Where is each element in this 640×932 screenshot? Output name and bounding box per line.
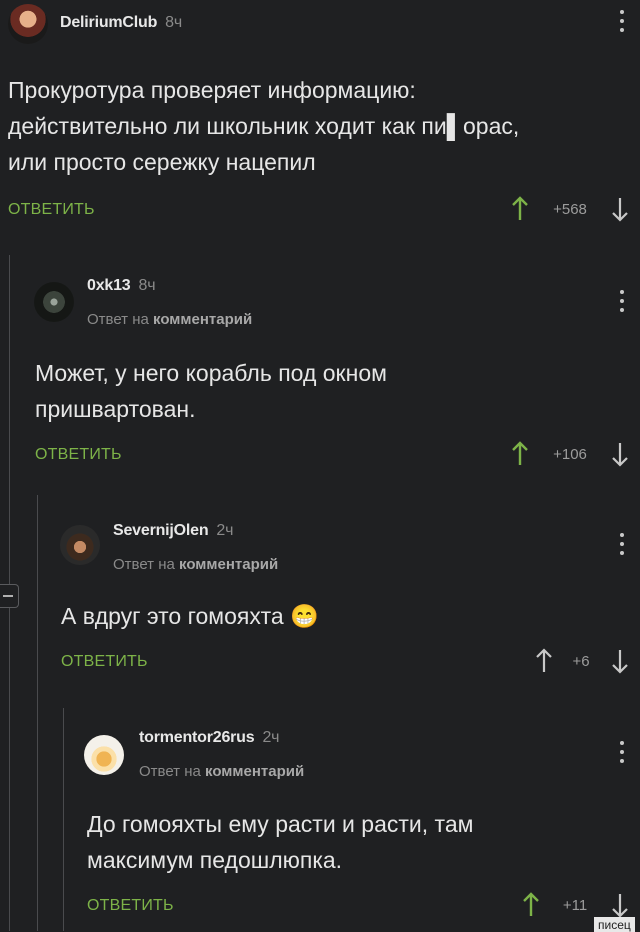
comment-text: До гомояхты ему расти и расти, там макси… xyxy=(87,811,474,873)
reply-to-link[interactable]: Ответ на комментарий xyxy=(87,311,252,328)
reply-to-link[interactable]: Ответ на комментарий xyxy=(139,763,304,780)
score: +106 xyxy=(553,446,587,463)
comment-text: А вдруг это гомояхта 😁 xyxy=(61,603,319,629)
arrow-up-icon[interactable] xyxy=(510,441,530,467)
arrow-up-icon[interactable] xyxy=(534,648,554,674)
thread-line-2 xyxy=(37,495,38,931)
arrow-down-icon[interactable] xyxy=(610,196,630,222)
arrow-up-icon[interactable] xyxy=(510,196,530,222)
timestamp: 8ч xyxy=(138,277,156,294)
more-vert-icon[interactable] xyxy=(620,533,624,560)
score: +11 xyxy=(562,897,588,914)
avatar[interactable] xyxy=(34,282,74,322)
reply-button[interactable]: ОТВЕТИТЬ xyxy=(61,653,148,671)
reply-button[interactable]: ОТВЕТИТЬ xyxy=(35,446,122,464)
timestamp: 2ч xyxy=(262,729,280,746)
username[interactable]: SevernijOlen 2ч xyxy=(113,522,233,540)
more-vert-icon[interactable] xyxy=(620,290,624,317)
comment-text: Прокуротура проверяет информацию: действ… xyxy=(8,77,520,175)
avatar[interactable] xyxy=(60,525,100,565)
username[interactable]: 0xk13 8ч xyxy=(87,277,156,295)
score: +568 xyxy=(553,201,587,218)
collapse-thread-icon[interactable] xyxy=(0,584,19,608)
score: +6 xyxy=(572,653,590,670)
timestamp: 8ч xyxy=(165,14,183,31)
reply-button[interactable]: ОТВЕТИТЬ xyxy=(8,201,95,219)
watermark: писец xyxy=(594,917,635,932)
username[interactable]: DeliriumClub 8ч xyxy=(60,14,182,32)
username[interactable]: tormentor26rus 2ч xyxy=(139,729,279,747)
comment-text: Может, у него корабль под окном пришварт… xyxy=(35,360,387,422)
arrow-down-icon[interactable] xyxy=(610,648,630,674)
arrow-down-icon[interactable] xyxy=(610,892,630,918)
avatar[interactable] xyxy=(84,735,124,775)
arrow-down-icon[interactable] xyxy=(610,441,630,467)
more-vert-icon[interactable] xyxy=(620,10,624,37)
reply-to-link[interactable]: Ответ на комментарий xyxy=(113,556,278,573)
arrow-up-icon[interactable] xyxy=(521,892,541,918)
thread-line-3 xyxy=(63,708,64,931)
reply-button[interactable]: ОТВЕТИТЬ xyxy=(87,897,174,915)
avatar[interactable] xyxy=(8,4,48,44)
more-vert-icon[interactable] xyxy=(620,741,624,768)
timestamp: 2ч xyxy=(216,522,234,539)
